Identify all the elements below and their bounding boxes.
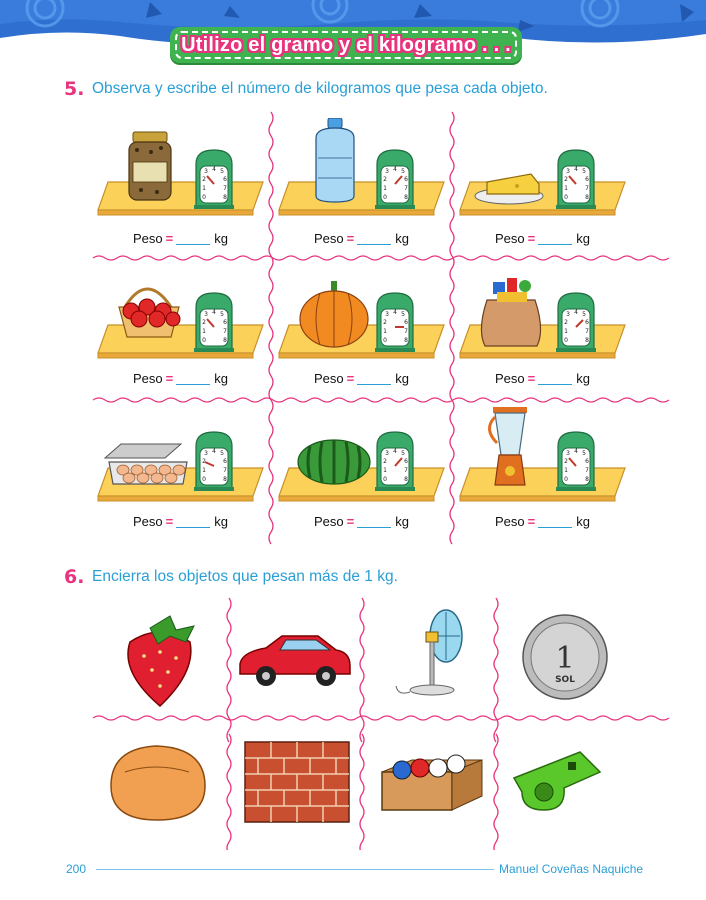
peso-row-1: Peso = kg	[133, 231, 228, 246]
peso-row-4: Peso = kg	[133, 371, 228, 386]
exercise-5-item-3-illustration	[459, 149, 626, 216]
toy-sack-icon	[480, 278, 542, 347]
peso-label: Peso	[495, 514, 525, 529]
peso-row-2: Peso = kg	[314, 231, 409, 246]
exercise-5-item-8-illustration	[278, 431, 445, 502]
scale-icon	[555, 149, 597, 210]
answer-blank[interactable]	[176, 384, 211, 385]
scale-icon	[555, 431, 597, 492]
water-bottle-icon	[315, 118, 355, 203]
exercise-5-item-5-illustration	[278, 281, 445, 359]
peso-row-9: Peso = kg	[495, 514, 590, 529]
scale-icon	[555, 292, 597, 353]
whistle-icon[interactable]	[510, 748, 606, 814]
peso-row-8: Peso = kg	[314, 514, 409, 529]
answer-blank[interactable]	[538, 384, 573, 385]
peso-label: Peso	[314, 231, 344, 246]
exercise-5-item-1-illustration	[97, 131, 264, 216]
peso-label: Peso	[133, 231, 163, 246]
unit-label: kg	[395, 371, 409, 386]
peso-row-3: Peso = kg	[495, 231, 590, 246]
answer-blank[interactable]	[357, 384, 392, 385]
unit-label: kg	[576, 371, 590, 386]
exercise-5-item-2-illustration	[278, 118, 445, 216]
equals-sign: =	[346, 231, 355, 246]
coin-value: 1	[555, 641, 574, 676]
pumpkin-icon	[299, 281, 369, 348]
equals-sign: =	[527, 231, 536, 246]
footer-divider	[96, 869, 494, 870]
exercise-6-instruction: Encierra los objetos que pesan más de 1 …	[92, 568, 398, 585]
scale-icon	[374, 431, 416, 492]
watermelon-icon	[297, 439, 371, 485]
exercise-5-item-7-illustration	[97, 431, 264, 502]
exercise-6-number: 6.	[64, 566, 85, 588]
answer-blank[interactable]	[538, 527, 573, 528]
peso-row-7: Peso = kg	[133, 514, 228, 529]
peso-label: Peso	[314, 371, 344, 386]
unit-label: kg	[214, 371, 228, 386]
equals-sign: =	[527, 371, 536, 386]
equals-sign: =	[165, 371, 174, 386]
unit-label: kg	[395, 231, 409, 246]
peso-label: Peso	[133, 371, 163, 386]
peso-label: Peso	[314, 514, 344, 529]
scale-icon	[193, 149, 235, 210]
toy-car-icon[interactable]	[236, 630, 354, 694]
strawberry-icon[interactable]	[110, 612, 210, 712]
page-number: 200	[66, 862, 87, 876]
answer-blank[interactable]	[176, 527, 211, 528]
scale-icon	[374, 292, 416, 353]
apple-basket-icon	[118, 287, 181, 338]
ball-box-icon[interactable]	[372, 752, 486, 814]
scale-icon	[193, 292, 235, 353]
exercise-5-item-6-illustration	[459, 278, 626, 359]
coin-icon[interactable]: 1 SOL	[520, 612, 610, 702]
answer-blank[interactable]	[357, 527, 392, 528]
unit-label: kg	[576, 514, 590, 529]
exercise-5-item-4-illustration	[97, 287, 264, 359]
peso-label: Peso	[495, 371, 525, 386]
peso-row-5: Peso = kg	[314, 371, 409, 386]
answer-blank[interactable]	[176, 244, 211, 245]
egg-carton-icon	[103, 443, 188, 485]
peso-row-6: Peso = kg	[495, 371, 590, 386]
answer-blank[interactable]	[538, 244, 573, 245]
coin-unit: SOL	[555, 675, 575, 685]
unit-label: kg	[576, 231, 590, 246]
scale-icon	[374, 149, 416, 210]
exercise-5-item-9-illustration	[459, 407, 626, 502]
unit-label: kg	[214, 231, 228, 246]
equals-sign: =	[165, 231, 174, 246]
answer-blank[interactable]	[357, 244, 392, 245]
equals-sign: =	[346, 514, 355, 529]
unit-label: kg	[395, 514, 409, 529]
author-name: Manuel Coveñas Naquiche	[499, 862, 644, 876]
brick-wall-icon[interactable]	[243, 738, 351, 824]
electric-fan-icon[interactable]	[392, 606, 472, 706]
peso-label: Peso	[495, 231, 525, 246]
unit-label: kg	[214, 514, 228, 529]
bread-icon[interactable]	[105, 742, 211, 824]
peso-label: Peso	[133, 514, 163, 529]
scale-icon	[193, 431, 235, 492]
equals-sign: =	[527, 514, 536, 529]
equals-sign: =	[165, 514, 174, 529]
equals-sign: =	[346, 371, 355, 386]
jar-icon	[128, 131, 172, 201]
